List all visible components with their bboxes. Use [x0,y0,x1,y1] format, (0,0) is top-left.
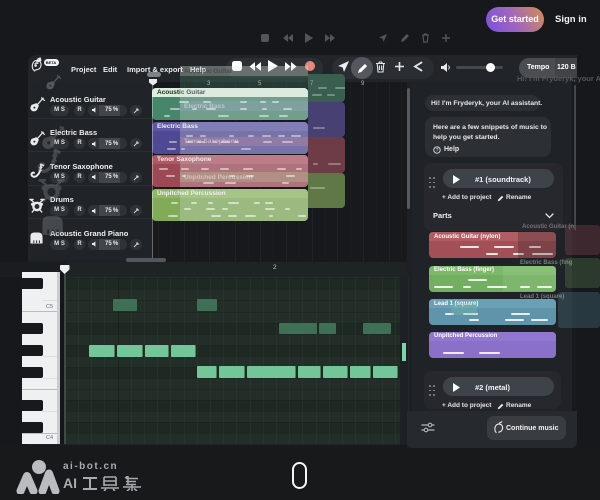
svg-text:?: ? [436,147,439,153]
